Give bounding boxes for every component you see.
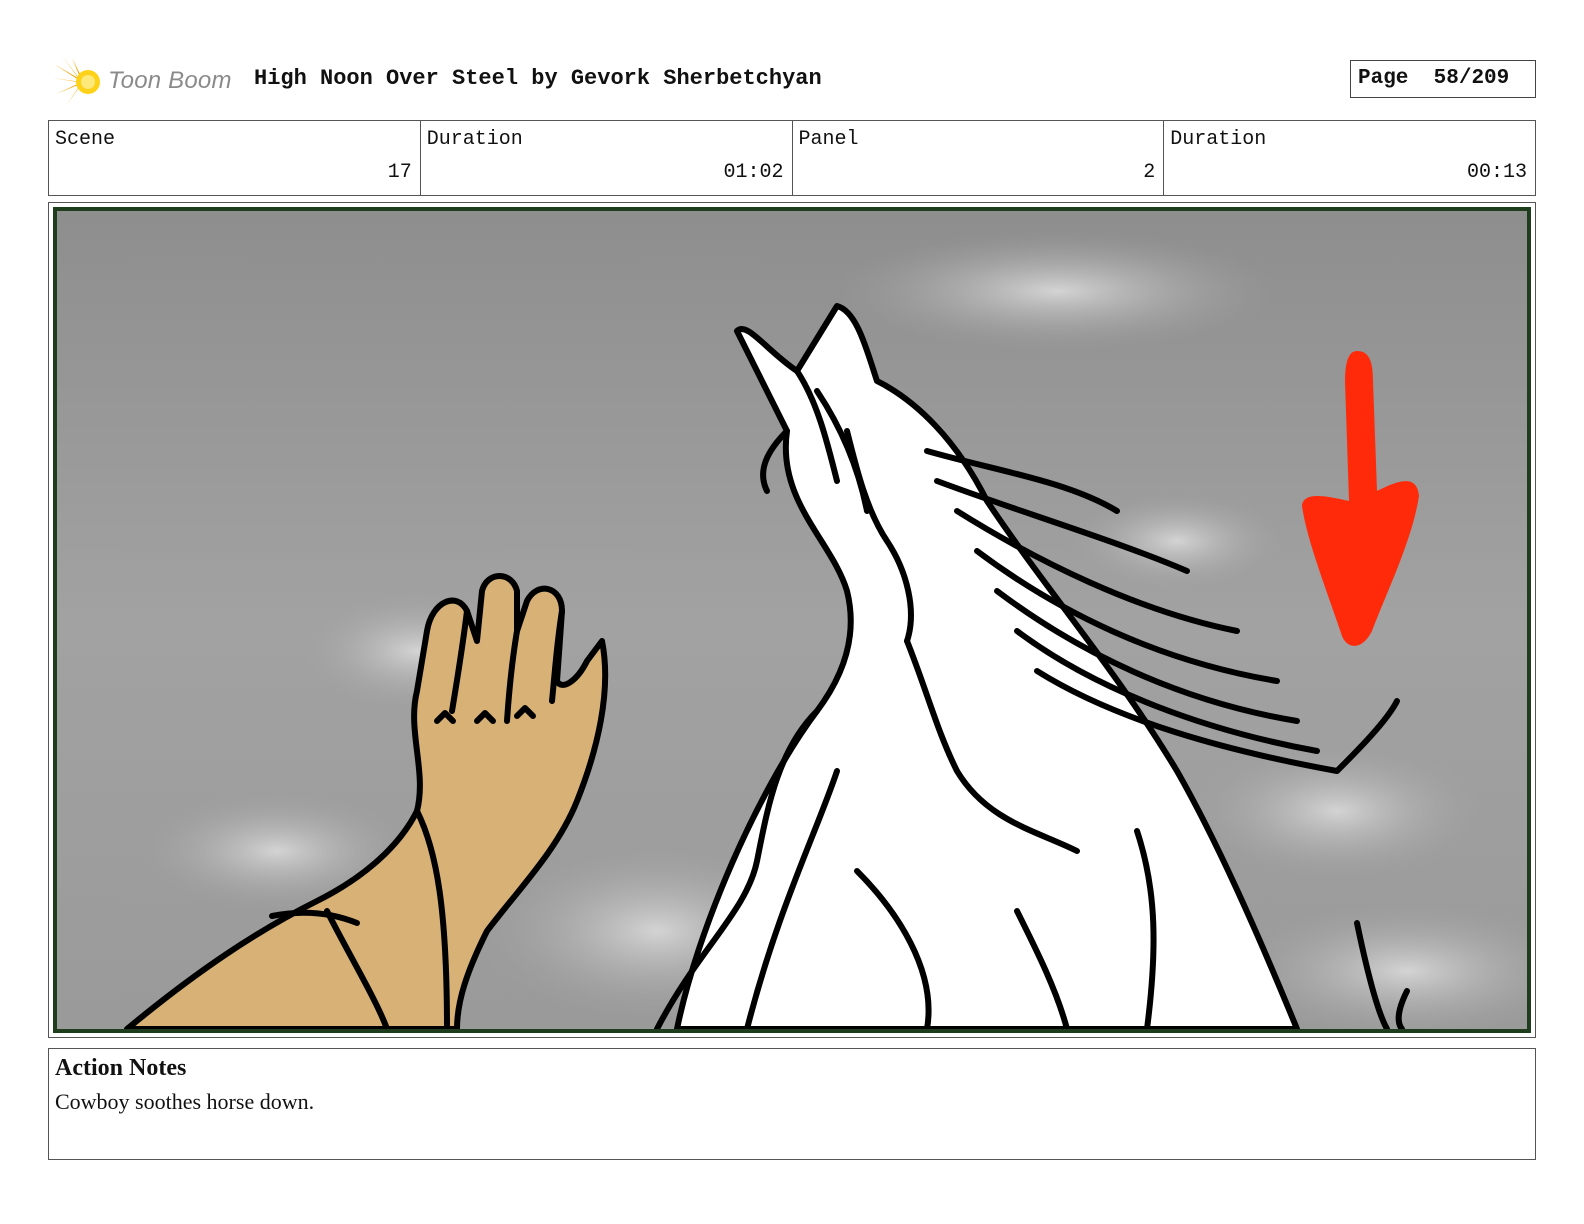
action-notes-text: Cowboy soothes horse down. (55, 1089, 315, 1114)
page-label: Page (1358, 67, 1409, 90)
scene-duration-cell: Duration 01:02 (419, 121, 792, 195)
logo-text: Toon Boom (108, 67, 232, 94)
panel-label: Panel (798, 128, 859, 151)
panel-cell: Panel 2 (791, 121, 1164, 195)
scene-cell: Scene 17 (49, 121, 420, 195)
scene-value: 17 (387, 161, 412, 184)
panel-value: 2 (1143, 161, 1156, 184)
page-indicator: Page 58/209 (1350, 60, 1536, 98)
panel-duration-cell: Duration 00:13 (1163, 121, 1535, 195)
toon-boom-sunburst-icon (52, 56, 100, 106)
scene-info-table: Scene 17 Duration 01:02 Panel 2 Duration… (48, 120, 1536, 196)
panel-duration-label: Duration (1170, 128, 1267, 151)
scene-duration-label: Duration (426, 128, 523, 151)
panel-frame (48, 202, 1536, 1038)
page-number: 58/209 (1433, 67, 1510, 90)
page-header: Toon Boom High Noon Over Steel by Gevork… (48, 52, 1536, 108)
storyboard-panel-image (53, 207, 1531, 1033)
toon-boom-logo: Toon Boom (52, 56, 252, 108)
action-notes-title: Action Notes (55, 1055, 187, 1081)
action-notes: Action Notes Cowboy soothes horse down. (48, 1048, 1536, 1160)
panel-drawing (57, 211, 1527, 1029)
scene-duration-value: 01:02 (723, 161, 784, 184)
panel-duration-value: 00:13 (1466, 161, 1527, 184)
scene-label: Scene (55, 128, 116, 151)
storyboard-title: High Noon Over Steel by Gevork Sherbetch… (254, 66, 822, 91)
